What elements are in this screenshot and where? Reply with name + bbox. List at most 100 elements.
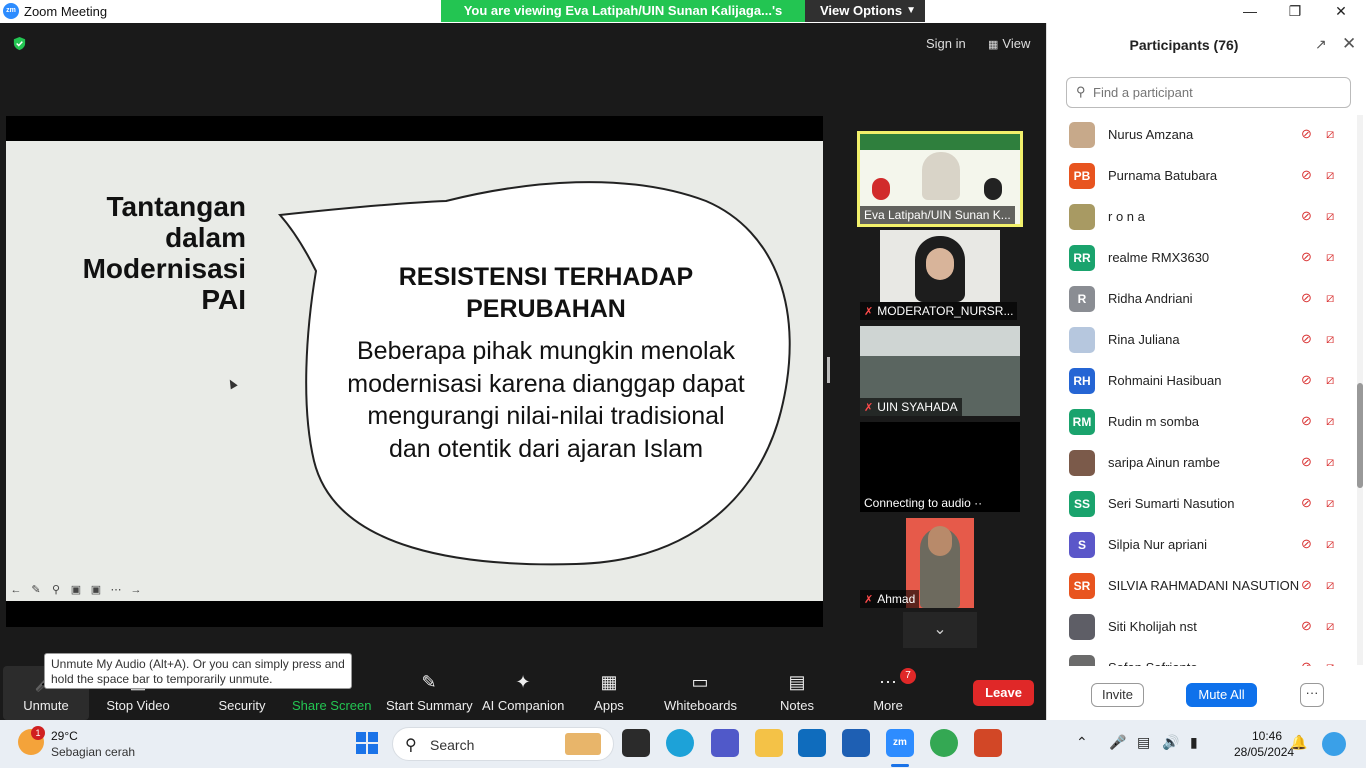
microphone-icon[interactable]: 🎤 <box>1109 734 1126 751</box>
clock-date[interactable]: 28/05/2024 <box>1234 745 1294 759</box>
mic-off-icon[interactable]: ⊘ <box>1301 659 1312 666</box>
apps-button[interactable]: ▦ Apps <box>590 666 628 720</box>
video-tile[interactable]: Connecting to audio ·· <box>860 422 1020 512</box>
scrollbar-thumb[interactable] <box>1357 383 1363 488</box>
participant-row[interactable]: RM Rudin m somba ⊘ ⧄ <box>1047 402 1357 443</box>
participant-search-input[interactable] <box>1066 77 1351 108</box>
maximize-button[interactable]: ❐ <box>1272 0 1318 22</box>
invite-button[interactable]: Invite <box>1091 683 1144 707</box>
video-tile[interactable]: ✗ MODERATOR_NURSR... <box>860 230 1020 320</box>
volume-icon[interactable]: 🔊 <box>1162 734 1179 751</box>
mute-all-button[interactable]: Mute All <box>1186 683 1257 707</box>
video-off-icon[interactable]: ⧄ <box>1326 208 1334 224</box>
pen-icon[interactable]: ✎ <box>30 584 42 596</box>
network-icon[interactable]: ▤ <box>1137 734 1150 751</box>
video-off-icon[interactable]: ⧄ <box>1326 167 1334 183</box>
scroll-down-button[interactable]: ⌄ <box>903 612 977 648</box>
resize-handle[interactable] <box>827 357 830 383</box>
whiteboards-button[interactable]: ▭ Whiteboards <box>664 666 737 720</box>
battery-icon[interactable]: ▮ <box>1190 734 1198 751</box>
file-explorer-icon[interactable] <box>755 729 783 757</box>
notification-bell-icon[interactable]: 🔔 <box>1290 734 1307 751</box>
mic-off-icon[interactable]: ⊘ <box>1301 495 1312 511</box>
copilot-icon[interactable] <box>1322 732 1346 756</box>
participant-row[interactable]: SS Seri Sumarti Nasution ⊘ ⧄ <box>1047 484 1357 525</box>
mic-off-icon[interactable]: ⊘ <box>1301 536 1312 552</box>
participant-row[interactable]: S Silpia Nur apriani ⊘ ⧄ <box>1047 525 1357 566</box>
leave-button[interactable]: Leave <box>973 680 1034 706</box>
video-off-icon[interactable]: ⧄ <box>1326 249 1334 265</box>
mic-off-icon[interactable]: ⊘ <box>1301 577 1312 593</box>
participant-row[interactable]: PB Purnama Batubara ⊘ ⧄ <box>1047 156 1357 197</box>
more-options-icon[interactable]: ⋯ <box>110 584 122 596</box>
mic-off-icon[interactable]: ⊘ <box>1301 249 1312 265</box>
participant-row[interactable]: Siti Kholijah nst ⊘ ⧄ <box>1047 607 1357 648</box>
participant-row[interactable]: saripa Ainun rambe ⊘ ⧄ <box>1047 443 1357 484</box>
notes-button[interactable]: ▤ Notes <box>776 666 818 720</box>
minimize-button[interactable]: — <box>1227 0 1273 22</box>
video-off-icon[interactable]: ⧄ <box>1326 454 1334 470</box>
chrome-icon[interactable] <box>930 729 958 757</box>
participant-row[interactable]: Nurus Amzana ⊘ ⧄ <box>1047 115 1357 156</box>
participant-row[interactable]: Rina Juliana ⊘ ⧄ <box>1047 320 1357 361</box>
captions-icon[interactable]: ▣ <box>70 584 82 596</box>
close-window-button[interactable]: ✕ <box>1318 0 1364 22</box>
previous-slide-icon[interactable]: ← <box>10 584 22 596</box>
participant-name: SILVIA RAHMADANI NASUTION <box>1108 578 1300 593</box>
video-off-icon[interactable]: ⧄ <box>1326 372 1334 388</box>
show-hidden-icons-icon[interactable]: ⌃ <box>1076 734 1088 751</box>
mail-icon[interactable] <box>842 729 870 757</box>
mic-off-icon[interactable]: ⊘ <box>1301 372 1312 388</box>
start-summary-button[interactable]: ✎ Start Summary <box>386 666 473 720</box>
mic-off-icon[interactable]: ⊘ <box>1301 454 1312 470</box>
ai-companion-button[interactable]: ✦ AI Companion <box>482 666 564 720</box>
participant-row[interactable]: RH Rohmaini Hasibuan ⊘ ⧄ <box>1047 361 1357 402</box>
start-button[interactable] <box>356 732 378 754</box>
microsoft-store-icon[interactable] <box>798 729 826 757</box>
pop-out-icon[interactable]: ↗ <box>1315 36 1327 53</box>
clock-time[interactable]: 10:46 <box>1252 729 1282 743</box>
notification-badge: 7 <box>900 668 916 684</box>
more-options-button[interactable]: ··· <box>1300 683 1324 707</box>
mic-off-icon[interactable]: ⊘ <box>1301 290 1312 306</box>
task-view-icon[interactable] <box>622 729 650 757</box>
view-options-label: View Options <box>820 3 903 18</box>
video-off-icon[interactable]: ⧄ <box>1326 290 1334 306</box>
teams-icon[interactable] <box>711 729 739 757</box>
participant-row[interactable]: R Ridha Andriani ⊘ ⧄ <box>1047 279 1357 320</box>
view-button[interactable]: ▦ View <box>988 36 1030 51</box>
participant-row[interactable]: RR realme RMX3630 ⊘ ⧄ <box>1047 238 1357 279</box>
next-slide-icon[interactable]: → <box>130 584 142 596</box>
mic-off-icon[interactable]: ⊘ <box>1301 167 1312 183</box>
participant-row[interactable]: Sofan Safrianto ⊘ ⧄ <box>1047 648 1357 666</box>
zoom-app-icon[interactable]: zm <box>886 729 914 757</box>
mic-off-icon[interactable]: ⊘ <box>1301 413 1312 429</box>
video-off-icon[interactable]: ⧄ <box>1326 577 1334 593</box>
mic-off-icon[interactable]: ⊘ <box>1301 208 1312 224</box>
video-off-icon[interactable]: ⧄ <box>1326 536 1334 552</box>
video-tile[interactable]: ✗ Ahmad <box>860 518 1020 608</box>
powerpoint-icon[interactable] <box>974 729 1002 757</box>
sign-in-button[interactable]: Sign in <box>926 36 966 51</box>
mic-off-icon[interactable]: ⊘ <box>1301 126 1312 142</box>
video-off-icon[interactable]: ⧄ <box>1326 126 1334 142</box>
zoom-icon[interactable]: ⚲ <box>50 584 62 596</box>
taskbar-search[interactable]: ⚲ Search <box>392 727 614 761</box>
mic-off-icon[interactable]: ⊘ <box>1301 331 1312 347</box>
mic-off-icon[interactable]: ⊘ <box>1301 618 1312 634</box>
video-off-icon[interactable]: ⧄ <box>1326 331 1334 347</box>
video-tile-active-speaker[interactable]: Eva Latipah/UIN Sunan K... <box>857 131 1023 227</box>
camera-icon[interactable]: ▣ <box>90 584 102 596</box>
video-off-icon[interactable]: ⧄ <box>1326 413 1334 429</box>
encryption-shield-icon[interactable] <box>12 36 27 51</box>
video-off-icon[interactable]: ⧄ <box>1326 659 1334 666</box>
avatar: PB <box>1069 163 1095 189</box>
video-tile[interactable]: ✗ UIN SYAHADA <box>860 326 1020 416</box>
edge-browser-icon[interactable] <box>666 729 694 757</box>
video-off-icon[interactable]: ⧄ <box>1326 495 1334 511</box>
view-options-button[interactable]: View Options ▼ <box>805 0 925 22</box>
participant-row[interactable]: SR SILVIA RAHMADANI NASUTION ⊘ ⧄ <box>1047 566 1357 607</box>
participant-row[interactable]: r o n a ⊘ ⧄ <box>1047 197 1357 238</box>
video-off-icon[interactable]: ⧄ <box>1326 618 1334 634</box>
close-icon[interactable]: ✕ <box>1342 34 1356 54</box>
